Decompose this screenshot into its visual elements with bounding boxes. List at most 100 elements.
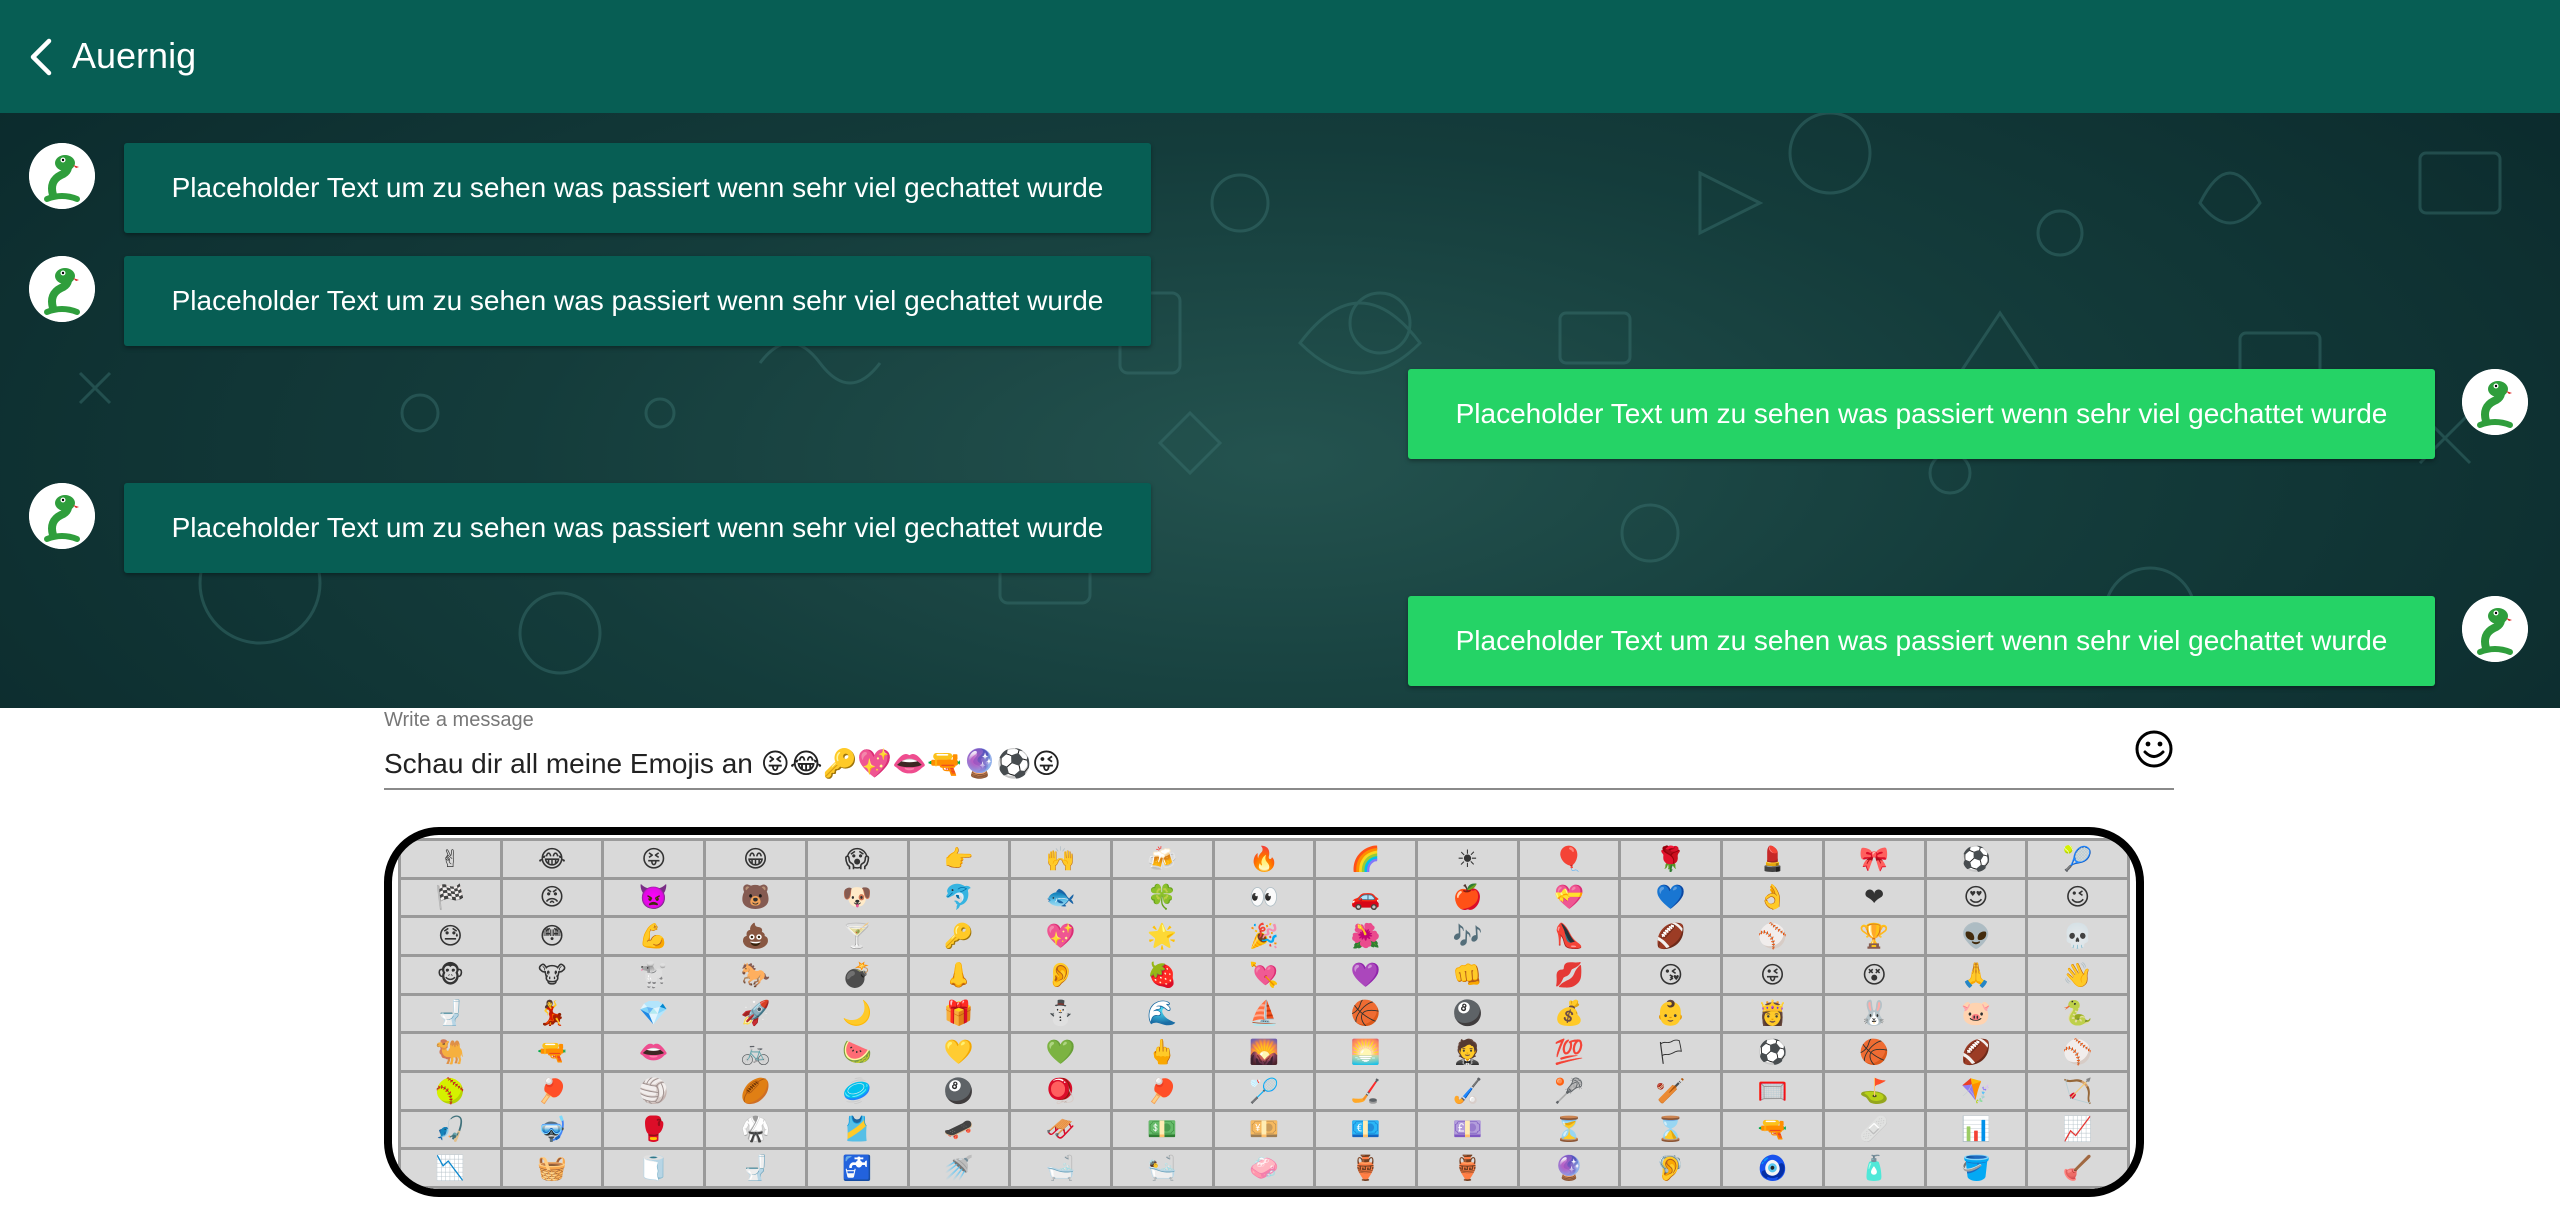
emoji-cell[interactable]: 💚 xyxy=(1011,1034,1110,1070)
emoji-cell[interactable]: 🐟 xyxy=(1011,879,1110,916)
emoji-cell[interactable]: 🎉 xyxy=(1214,918,1314,954)
emoji-cell[interactable]: 🧺 xyxy=(502,1150,602,1186)
back-button[interactable] xyxy=(25,37,59,77)
emoji-cell[interactable]: 🩹 xyxy=(1824,1111,1924,1148)
emoji-cell[interactable]: 🤿 xyxy=(502,1111,602,1148)
emoji-cell[interactable]: ⚽ xyxy=(1926,841,2026,877)
emoji-cell[interactable]: 🐶 xyxy=(807,879,907,916)
emoji-cell[interactable]: 🎱 xyxy=(909,1073,1009,1109)
emoji-cell[interactable]: 🏈 xyxy=(1926,1034,2026,1070)
emoji-cell[interactable]: 🏈 xyxy=(1621,918,1721,954)
emoji-cell[interactable]: 🐍 xyxy=(2028,995,2127,1032)
emoji-cell[interactable]: 💋 xyxy=(1519,957,1619,993)
emoji-cell[interactable]: 🔥 xyxy=(1214,841,1314,877)
emoji-cell[interactable]: 🚽 xyxy=(401,995,500,1032)
emoji-cell[interactable]: 🙏 xyxy=(1926,957,2026,993)
emoji-cell[interactable]: 🔮 xyxy=(1519,1150,1619,1186)
emoji-cell[interactable]: 🎈 xyxy=(1519,841,1619,877)
emoji-cell[interactable]: 🏺 xyxy=(1418,1150,1517,1186)
emoji-cell[interactable]: 💎 xyxy=(604,995,704,1032)
emoji-cell[interactable]: 🌹 xyxy=(1621,841,1721,877)
emoji-cell[interactable]: ⏳ xyxy=(1519,1111,1619,1148)
emoji-cell[interactable]: 💘 xyxy=(1214,957,1314,993)
emoji-cell[interactable]: 🚲 xyxy=(706,1034,805,1070)
emoji-cell[interactable]: 😁 xyxy=(706,841,805,877)
emoji-cell[interactable]: ☀ xyxy=(1418,841,1517,877)
emoji-cell[interactable]: 😓 xyxy=(401,918,500,954)
emoji-cell[interactable]: 🖕 xyxy=(1112,1034,1212,1070)
emoji-cell[interactable]: 🚰 xyxy=(807,1150,907,1186)
emoji-cell[interactable]: 💩 xyxy=(706,918,805,954)
emoji-cell[interactable]: 🥅 xyxy=(1723,1073,1822,1109)
emoji-cell[interactable]: 🪠 xyxy=(2028,1150,2127,1186)
emoji-cell[interactable]: 💛 xyxy=(909,1034,1009,1070)
emoji-cell[interactable]: 🧼 xyxy=(1214,1150,1314,1186)
emoji-cell[interactable]: 🥏 xyxy=(807,1073,907,1109)
emoji-cell[interactable]: 🪀 xyxy=(1011,1073,1110,1109)
emoji-cell[interactable]: 😱 xyxy=(807,841,907,877)
emoji-cell[interactable]: 🏑 xyxy=(1418,1073,1517,1109)
emoji-cell[interactable]: 👿 xyxy=(604,879,704,916)
emoji-cell[interactable]: ⚾ xyxy=(1723,918,1822,954)
emoji-cell[interactable]: 🎀 xyxy=(1824,841,1924,877)
emoji-cell[interactable]: 🎱 xyxy=(1418,995,1517,1032)
emoji-cell[interactable]: 🔑 xyxy=(909,918,1009,954)
emoji-cell[interactable]: 🌟 xyxy=(1112,918,1212,954)
emoji-cell[interactable]: 👌 xyxy=(1723,879,1822,916)
emoji-cell[interactable]: 🍎 xyxy=(1418,879,1517,916)
emoji-cell[interactable]: 🪣 xyxy=(1926,1150,2026,1186)
emoji-cell[interactable]: 🥎 xyxy=(401,1073,500,1109)
emoji-cell[interactable]: 🏓 xyxy=(502,1073,602,1109)
emoji-cell[interactable]: 👶 xyxy=(1621,995,1721,1032)
emoji-cell[interactable]: 🚗 xyxy=(1316,879,1416,916)
emoji-cell[interactable]: 🔫 xyxy=(1723,1111,1822,1148)
emoji-cell[interactable]: 🏸 xyxy=(1214,1073,1314,1109)
emoji-cell[interactable]: 🏳 xyxy=(1621,1034,1721,1070)
emoji-cell[interactable]: 😜 xyxy=(1723,957,1822,993)
emoji-cell[interactable]: ⚾ xyxy=(2028,1034,2127,1070)
emoji-cell[interactable]: 🍸 xyxy=(807,918,907,954)
emoji-cell[interactable]: 🥍 xyxy=(1519,1073,1619,1109)
emoji-cell[interactable]: 💣 xyxy=(807,957,907,993)
emoji-cell[interactable]: ⛳ xyxy=(1824,1073,1924,1109)
emoji-cell[interactable]: 🐫 xyxy=(401,1034,500,1070)
emoji-cell[interactable]: 🌅 xyxy=(1316,1034,1416,1070)
emoji-cell[interactable]: 💝 xyxy=(1519,879,1619,916)
emoji-cell[interactable]: 📈 xyxy=(2028,1111,2127,1148)
emoji-cell[interactable]: 😘 xyxy=(1621,957,1721,993)
emoji-cell[interactable]: 🌙 xyxy=(807,995,907,1032)
emoji-cell[interactable]: 🐻 xyxy=(706,879,805,916)
emoji-cell[interactable]: ⛄ xyxy=(1011,995,1110,1032)
emoji-cell[interactable]: 🏀 xyxy=(1824,1034,1924,1070)
emoji-cell[interactable]: 😵 xyxy=(1824,957,1924,993)
emoji-cell[interactable]: 👠 xyxy=(1519,918,1619,954)
emoji-cell[interactable]: 🧴 xyxy=(1824,1150,1924,1186)
emoji-cell[interactable]: 🐬 xyxy=(909,879,1009,916)
emoji-cell[interactable]: 🎣 xyxy=(401,1111,500,1148)
emoji-cell[interactable]: 😉 xyxy=(2028,879,2127,916)
emoji-cell[interactable]: 👊 xyxy=(1418,957,1517,993)
emoji-cell[interactable]: 💵 xyxy=(1112,1111,1212,1148)
emoji-cell[interactable]: 💶 xyxy=(1316,1111,1416,1148)
emoji-cell[interactable]: 🐵 xyxy=(401,957,500,993)
emoji-cell[interactable]: 🏓 xyxy=(1112,1073,1212,1109)
emoji-cell[interactable]: 🐎 xyxy=(706,957,805,993)
emoji-cell[interactable]: 😡 xyxy=(502,879,602,916)
emoji-cell[interactable]: ⛵ xyxy=(1214,995,1314,1032)
emoji-cell[interactable]: 🏏 xyxy=(1621,1073,1721,1109)
emoji-cell[interactable]: 🧻 xyxy=(604,1150,704,1186)
emoji-cell[interactable]: 💷 xyxy=(1418,1111,1517,1148)
emoji-cell[interactable]: 💴 xyxy=(1214,1111,1314,1148)
emoji-cell[interactable]: 👉 xyxy=(909,841,1009,877)
emoji-cell[interactable]: 🏁 xyxy=(401,879,500,916)
emoji-cell[interactable]: 🛀 xyxy=(1112,1150,1212,1186)
emoji-cell[interactable]: 🍉 xyxy=(807,1034,907,1070)
emoji-cell[interactable]: 💀 xyxy=(2028,918,2127,954)
emoji-cell[interactable]: 💰 xyxy=(1519,995,1619,1032)
emoji-cell[interactable]: 👽 xyxy=(1926,918,2026,954)
emoji-cell[interactable]: 🦻 xyxy=(1621,1150,1721,1186)
message-list[interactable]: Placeholder Text um zu sehen was passier… xyxy=(0,113,2560,708)
emoji-cell[interactable]: 🐷 xyxy=(1926,995,2026,1032)
emoji-cell[interactable]: 😳 xyxy=(502,918,602,954)
emoji-cell[interactable]: 🍓 xyxy=(1112,957,1212,993)
